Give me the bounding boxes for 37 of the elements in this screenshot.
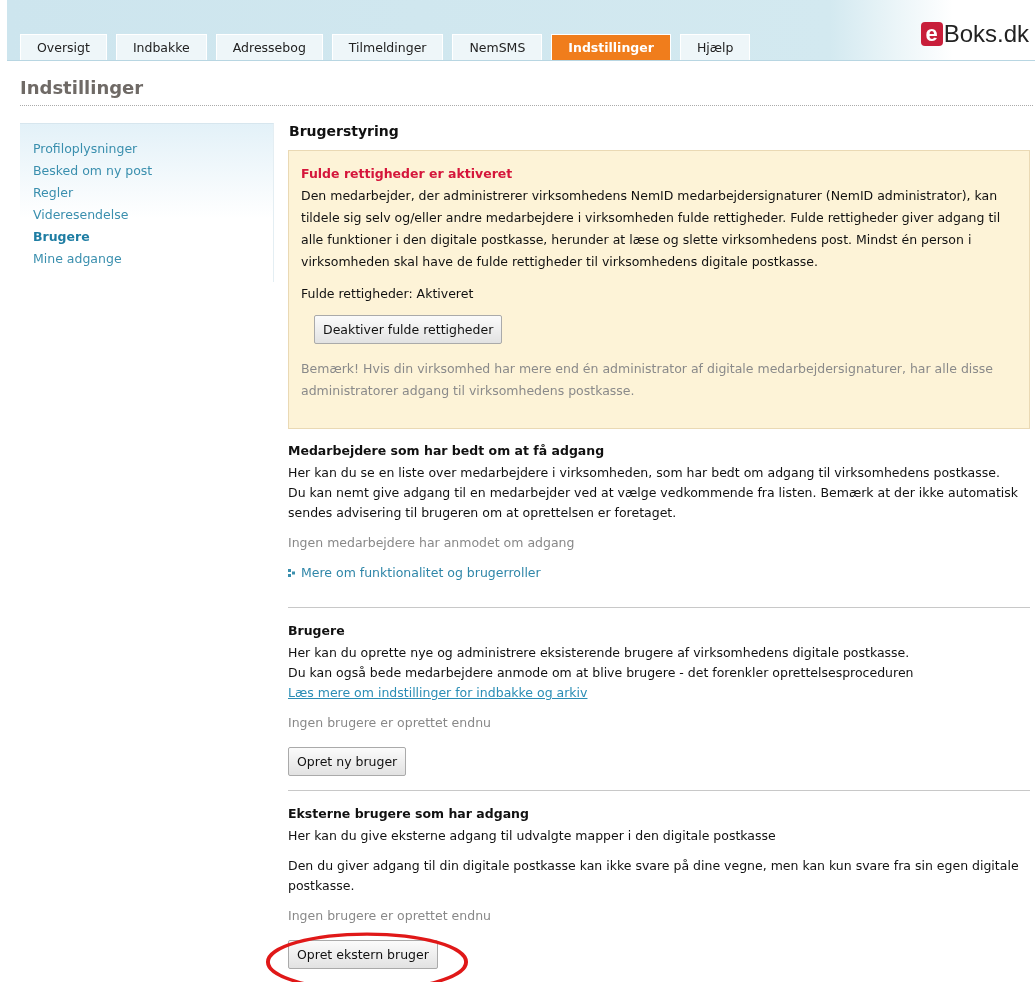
info-link[interactable]: Læs mere om indstillinger for indbakke og arkiv	[288, 683, 588, 703]
section-heading: Brugere	[288, 622, 346, 640]
nav-tab[interactable]: Indbakke	[115, 34, 207, 60]
nav-tab[interactable]: NemSMS	[452, 34, 543, 60]
sidebar-item[interactable]: Regler	[33, 184, 257, 202]
section-heading: Eksterne brugere som har adgang	[288, 805, 530, 823]
sidebar-item[interactable]: Mine adgange	[33, 250, 257, 268]
deactivate-button[interactable]: Deaktiver fulde rettigheder	[314, 315, 503, 344]
create-button[interactable]: Opret ekstern bruger	[288, 940, 438, 969]
page-title: Indstillinger	[20, 77, 1033, 106]
notice-text: Den medarbejder, der administrerer virksomhedens NemID medarbejdersignaturer (NemID administrator), kan tildele sig selv og/eller andre medarbejdere i virksomheden fulde rettigheder. Fulde rettigheder giver adgang til alle funktioner i den digitale postkasse, herunder at læse og slette virksomhedens post. Mindst én person i virksomheden skal have de fulde rettigheder til virksomhedens digitale postkasse.	[301, 187, 1002, 271]
nav-tab[interactable]: Adressebog	[215, 34, 323, 60]
empty-message: Ingen medarbejdere har anmodet om adgang	[288, 534, 576, 552]
description-text: Her kan du give eksterne adgang til udvalgte mapper i den digitale postkasse	[288, 827, 777, 845]
sidebar-item[interactable]: Videresendelse	[33, 206, 257, 224]
logo-text: Boks.dk	[943, 20, 1029, 48]
nav-tab[interactable]: Hjælp	[679, 34, 751, 60]
section-heading: Medarbejdere som har bedt om at få adgang	[288, 442, 606, 460]
sidebar-item[interactable]: Besked om ny post	[33, 162, 257, 180]
note-text: Bemærk! Hvis din virksomhed har mere end én administrator af digitale medarbejdersignaturer, har alle disse administratorer adgang til virksomhedens postkasse.	[301, 360, 995, 400]
notice-heading: Fulde rettigheder er aktiveret	[301, 165, 514, 183]
bullet-icon	[288, 569, 295, 577]
create-button[interactable]: Opret ny bruger	[288, 747, 407, 776]
description-text: Den du giver adgang til din digitale postkasse kan ikke svare på dine vegne, men kan kun svare fra sin egen digitale postkasse.	[288, 857, 1020, 895]
nav-tab[interactable]: Tilmeldinger	[331, 34, 444, 60]
logo-mark: e	[920, 22, 943, 46]
empty-message: Ingen brugere er oprettet endnu	[288, 907, 492, 925]
description-text: Du kan nemt give adgang til en medarbejder ved at vælge vedkommende fra listen. Bemærk at der ikke automatisk sendes advisering til brugeren om at oprettelsen er foretaget.	[288, 484, 1020, 522]
nav-tab[interactable]: Oversigt	[20, 34, 107, 60]
description-text: Her kan du oprette nye og administrere eksisterende brugere af virksomhedens digitale postkasse.	[288, 644, 911, 662]
sidebar-item[interactable]: Brugere	[33, 228, 257, 246]
description-text: Her kan du se en liste over medarbejdere i virksomheden, som har bedt om adgang til virksomhedens postkasse.	[288, 464, 1001, 482]
section-title: Brugerstyring	[289, 123, 400, 139]
status-text: Fulde rettigheder: Aktiveret	[301, 285, 475, 303]
more-link[interactable]: Mere om funktionalitet og brugerroller	[301, 563, 541, 583]
empty-message: Ingen brugere er oprettet endnu	[288, 714, 492, 732]
description-text: Du kan også bede medarbejdere anmode om at blive brugere - det forenkler oprettelsesproceduren	[288, 664, 915, 682]
